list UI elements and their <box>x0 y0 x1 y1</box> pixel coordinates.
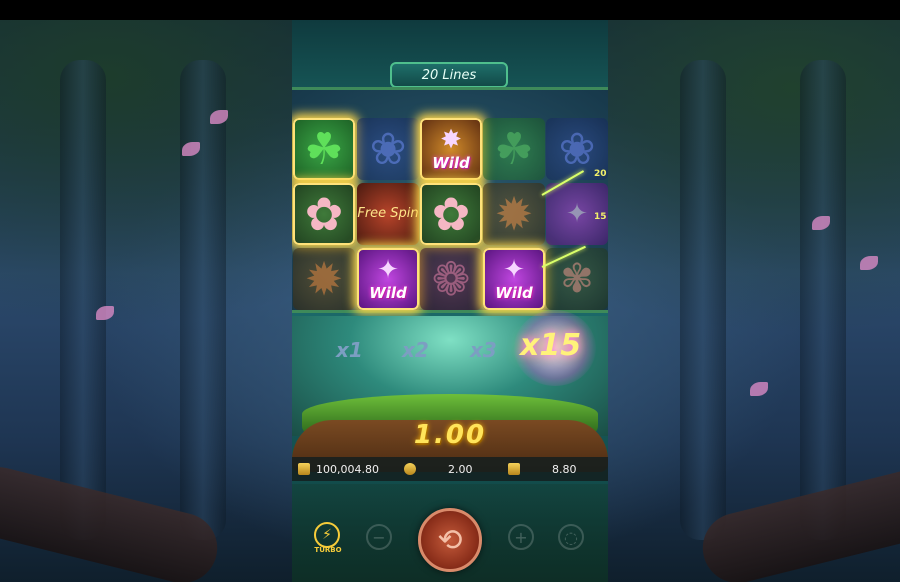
symbol-orange-flower <box>293 248 355 310</box>
wild-text: Wild <box>495 284 533 302</box>
plus-icon: + <box>514 527 528 547</box>
background-tree <box>60 60 106 540</box>
symbol-clover <box>293 118 355 180</box>
butterfly-icon: ✦ <box>377 255 399 285</box>
bet-display: 2.00 <box>404 460 473 478</box>
wild-text: Wild <box>369 284 407 302</box>
spin-arrows-icon: ⟲ <box>437 522 463 558</box>
wild-text: Wild <box>432 154 470 172</box>
multiplier-x15-active: x15 <box>520 328 582 363</box>
symbol-rose <box>420 248 482 310</box>
balance-display: 100,004.80 <box>298 460 379 478</box>
lines-banner: 20 Lines <box>390 62 508 88</box>
stats-bar: 100,004.80 2.00 8.80 <box>292 457 608 481</box>
wallet-icon <box>298 463 310 475</box>
turbo-label: TURBO <box>314 546 342 554</box>
symbol-wild: ✸ Wild <box>420 118 482 180</box>
symbol-free-spin: Free Spin <box>357 183 419 245</box>
free-spin-text: Free Spin <box>357 206 419 221</box>
background-branch <box>695 459 900 582</box>
petal <box>96 306 114 320</box>
autoplay-icon: ◌ <box>564 527 578 547</box>
petal <box>750 382 768 396</box>
payline-number: 20 <box>594 169 607 179</box>
autoplay-button[interactable]: ◌ <box>558 524 584 550</box>
symbol-blue-flower <box>357 118 419 180</box>
symbol-peach-flower <box>546 248 608 310</box>
trophy-icon <box>508 463 520 475</box>
cocoon-icon: ✸ <box>440 125 462 155</box>
butterfly-icon: ✦ <box>566 199 588 229</box>
payline-number: 15 <box>594 212 607 222</box>
butterfly-icon: ✦ <box>503 255 525 285</box>
last-win-value: 8.80 <box>552 462 577 476</box>
turbo-button[interactable]: ⚡ <box>314 522 340 548</box>
coin-icon <box>404 463 416 475</box>
spin-button[interactable]: ⟲ <box>418 508 482 572</box>
lightning-icon: ⚡ <box>322 527 332 543</box>
bet-value: 2.00 <box>448 462 473 476</box>
reel-grid: Free Spin ✦ Wild ✸ Wild ✦ Wild ✦ 20 15 <box>292 87 608 313</box>
symbol-clover <box>483 118 545 180</box>
symbol-pink-flower <box>293 183 355 245</box>
background-tree <box>800 60 846 540</box>
controls-bar: ⚡ TURBO − ⟲ + ◌ <box>292 484 608 582</box>
symbol-wild: ✦ Wild <box>483 248 545 310</box>
decrease-bet-button[interactable]: − <box>366 524 392 550</box>
multiplier-x3: x3 <box>470 338 497 362</box>
background-tree <box>680 60 726 540</box>
win-amount: 1.00 <box>413 420 487 450</box>
petal <box>860 256 878 270</box>
multiplier-area: x1 x2 x3 x15 <box>292 310 608 436</box>
multiplier-x1: x1 <box>336 338 363 362</box>
symbol-pink-flower <box>420 183 482 245</box>
background-tree <box>180 60 226 540</box>
symbol-orange-flower <box>483 183 545 245</box>
increase-bet-button[interactable]: + <box>508 524 534 550</box>
balance-value: 100,004.80 <box>316 462 379 476</box>
multiplier-x2: x2 <box>402 338 429 362</box>
game-area[interactable]: 20 Lines Free Spin ✦ Wild ✸ Wild ✦ Wild … <box>292 20 608 582</box>
top-black-bar <box>0 0 900 20</box>
minus-icon: − <box>372 527 386 547</box>
symbol-wild: ✦ Wild <box>357 248 419 310</box>
win-display: 8.80 <box>508 460 577 478</box>
